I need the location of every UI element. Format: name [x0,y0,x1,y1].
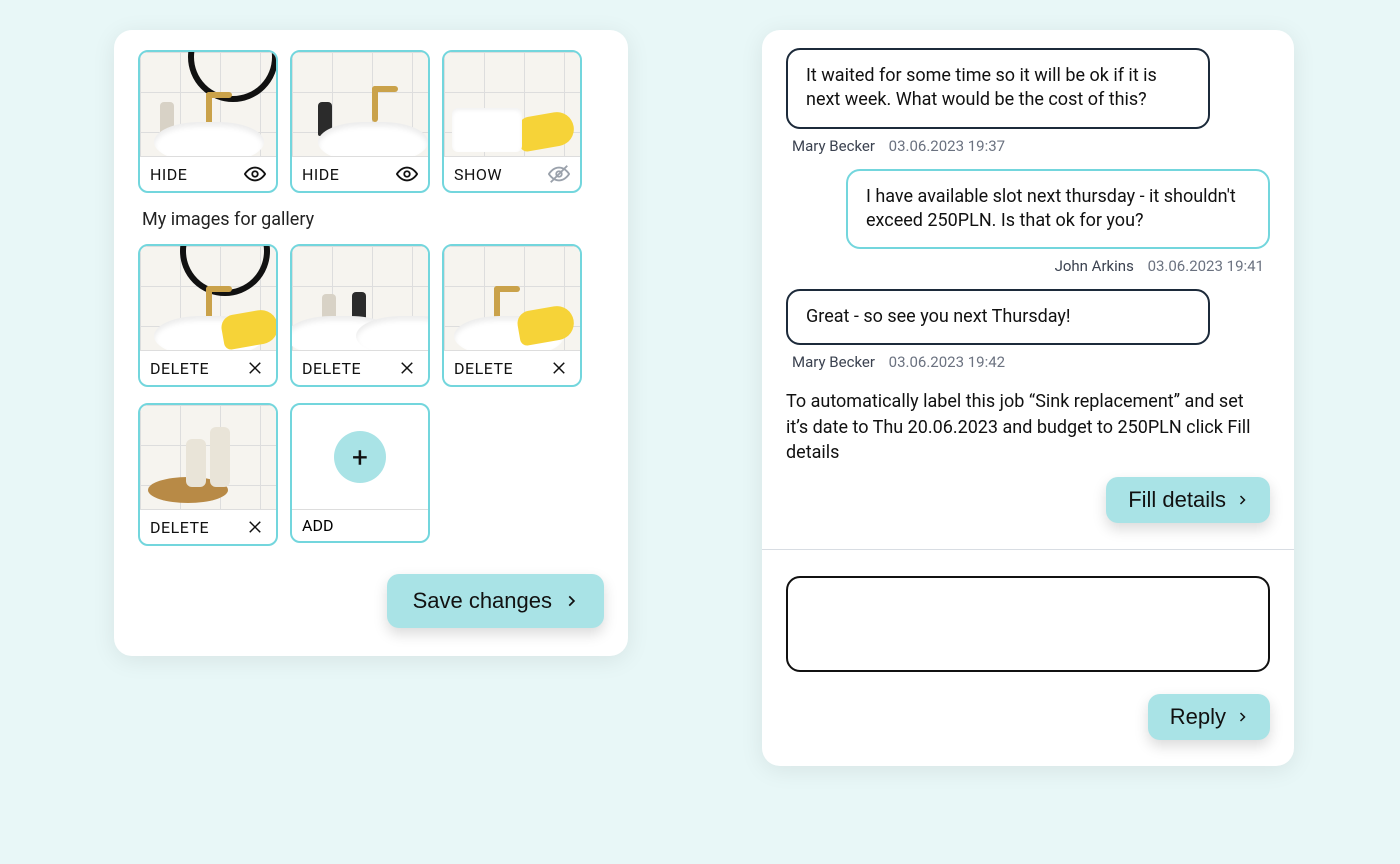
reply-button[interactable]: Reply [1148,694,1270,740]
message-text: Great - so see you next Thursday! [806,306,1071,327]
save-changes-button[interactable]: Save changes [387,574,604,628]
close-icon [548,357,570,379]
message-text: It waited for some time so it will be ok… [806,65,1157,110]
reply-label: Reply [1170,704,1226,730]
message-text: I have available slot next thursday - it… [866,186,1236,231]
message-bubble-incoming: It waited for some time so it will be ok… [786,48,1210,129]
thumb-image [292,52,428,156]
thumb-action-label: DELETE [302,359,361,378]
eye-off-icon [548,163,570,185]
message-meta: Mary Becker 03.06.2023 19:37 [786,137,1270,155]
chat-scroll: It waited for some time so it will be ok… [762,30,1294,549]
message-meta: John Arkins 03.06.2023 19:41 [786,257,1270,275]
plus-icon: + [334,431,386,483]
message-meta: Mary Becker 03.06.2023 19:42 [786,353,1270,371]
add-image-button[interactable]: + ADD [290,403,430,543]
hide-button[interactable]: HIDE [292,156,428,191]
eye-icon [396,163,418,185]
featured-row: HIDE HIDE [138,50,604,193]
message-timestamp: 03.06.2023 19:37 [889,137,1005,155]
my-images-row-1: DELETE DELETE [138,244,604,387]
my-thumb: DELETE [290,244,430,387]
delete-button[interactable]: DELETE [444,350,580,385]
my-thumb: DELETE [442,244,582,387]
thumb-image [140,246,276,350]
my-thumb: DELETE [138,244,278,387]
message-bubble-incoming: Great - so see you next Thursday! [786,289,1210,345]
thumb-action-label: SHOW [454,165,502,184]
featured-thumb: HIDE [138,50,278,193]
thumb-image [444,246,580,350]
message-author: John Arkins [1055,257,1134,275]
eye-icon [244,163,266,185]
fill-details-label: Fill details [1128,487,1226,513]
thumb-action-label: DELETE [150,518,209,537]
featured-thumb: HIDE [290,50,430,193]
chevron-right-icon [1236,492,1248,508]
thumb-image [444,52,580,156]
message-author: Mary Becker [792,353,875,371]
close-icon [244,357,266,379]
message-timestamp: 03.06.2023 19:41 [1148,257,1264,275]
chevron-right-icon [1236,709,1248,725]
thumb-image [292,246,428,350]
auto-fill-note: To automatically label this job “Sink re… [786,389,1270,465]
close-icon [396,357,418,379]
thumb-image [140,52,276,156]
gallery-card: HIDE HIDE [114,30,628,656]
chevron-right-icon [564,592,578,610]
add-label: ADD [292,509,428,541]
thumb-action-label: DELETE [150,359,209,378]
my-thumb: DELETE [138,403,278,546]
reply-input[interactable] [786,576,1270,672]
delete-button[interactable]: DELETE [140,509,276,544]
thumb-image [140,405,276,509]
close-icon [244,516,266,538]
fill-details-button[interactable]: Fill details [1106,477,1270,523]
save-label: Save changes [413,588,552,614]
message-bubble-outgoing: I have available slot next thursday - it… [846,169,1270,250]
compose-area: Reply [762,550,1294,766]
delete-button[interactable]: DELETE [140,350,276,385]
message-author: Mary Becker [792,137,875,155]
hide-button[interactable]: HIDE [140,156,276,191]
message-timestamp: 03.06.2023 19:42 [889,353,1005,371]
thumb-action-label: HIDE [150,165,187,184]
my-images-row-2: DELETE + ADD [138,403,604,546]
chat-card: It waited for some time so it will be ok… [762,30,1294,766]
thumb-action-label: HIDE [302,165,339,184]
my-images-label: My images for gallery [142,209,604,230]
delete-button[interactable]: DELETE [292,350,428,385]
show-button[interactable]: SHOW [444,156,580,191]
featured-thumb: SHOW [442,50,582,193]
thumb-action-label: DELETE [454,359,513,378]
